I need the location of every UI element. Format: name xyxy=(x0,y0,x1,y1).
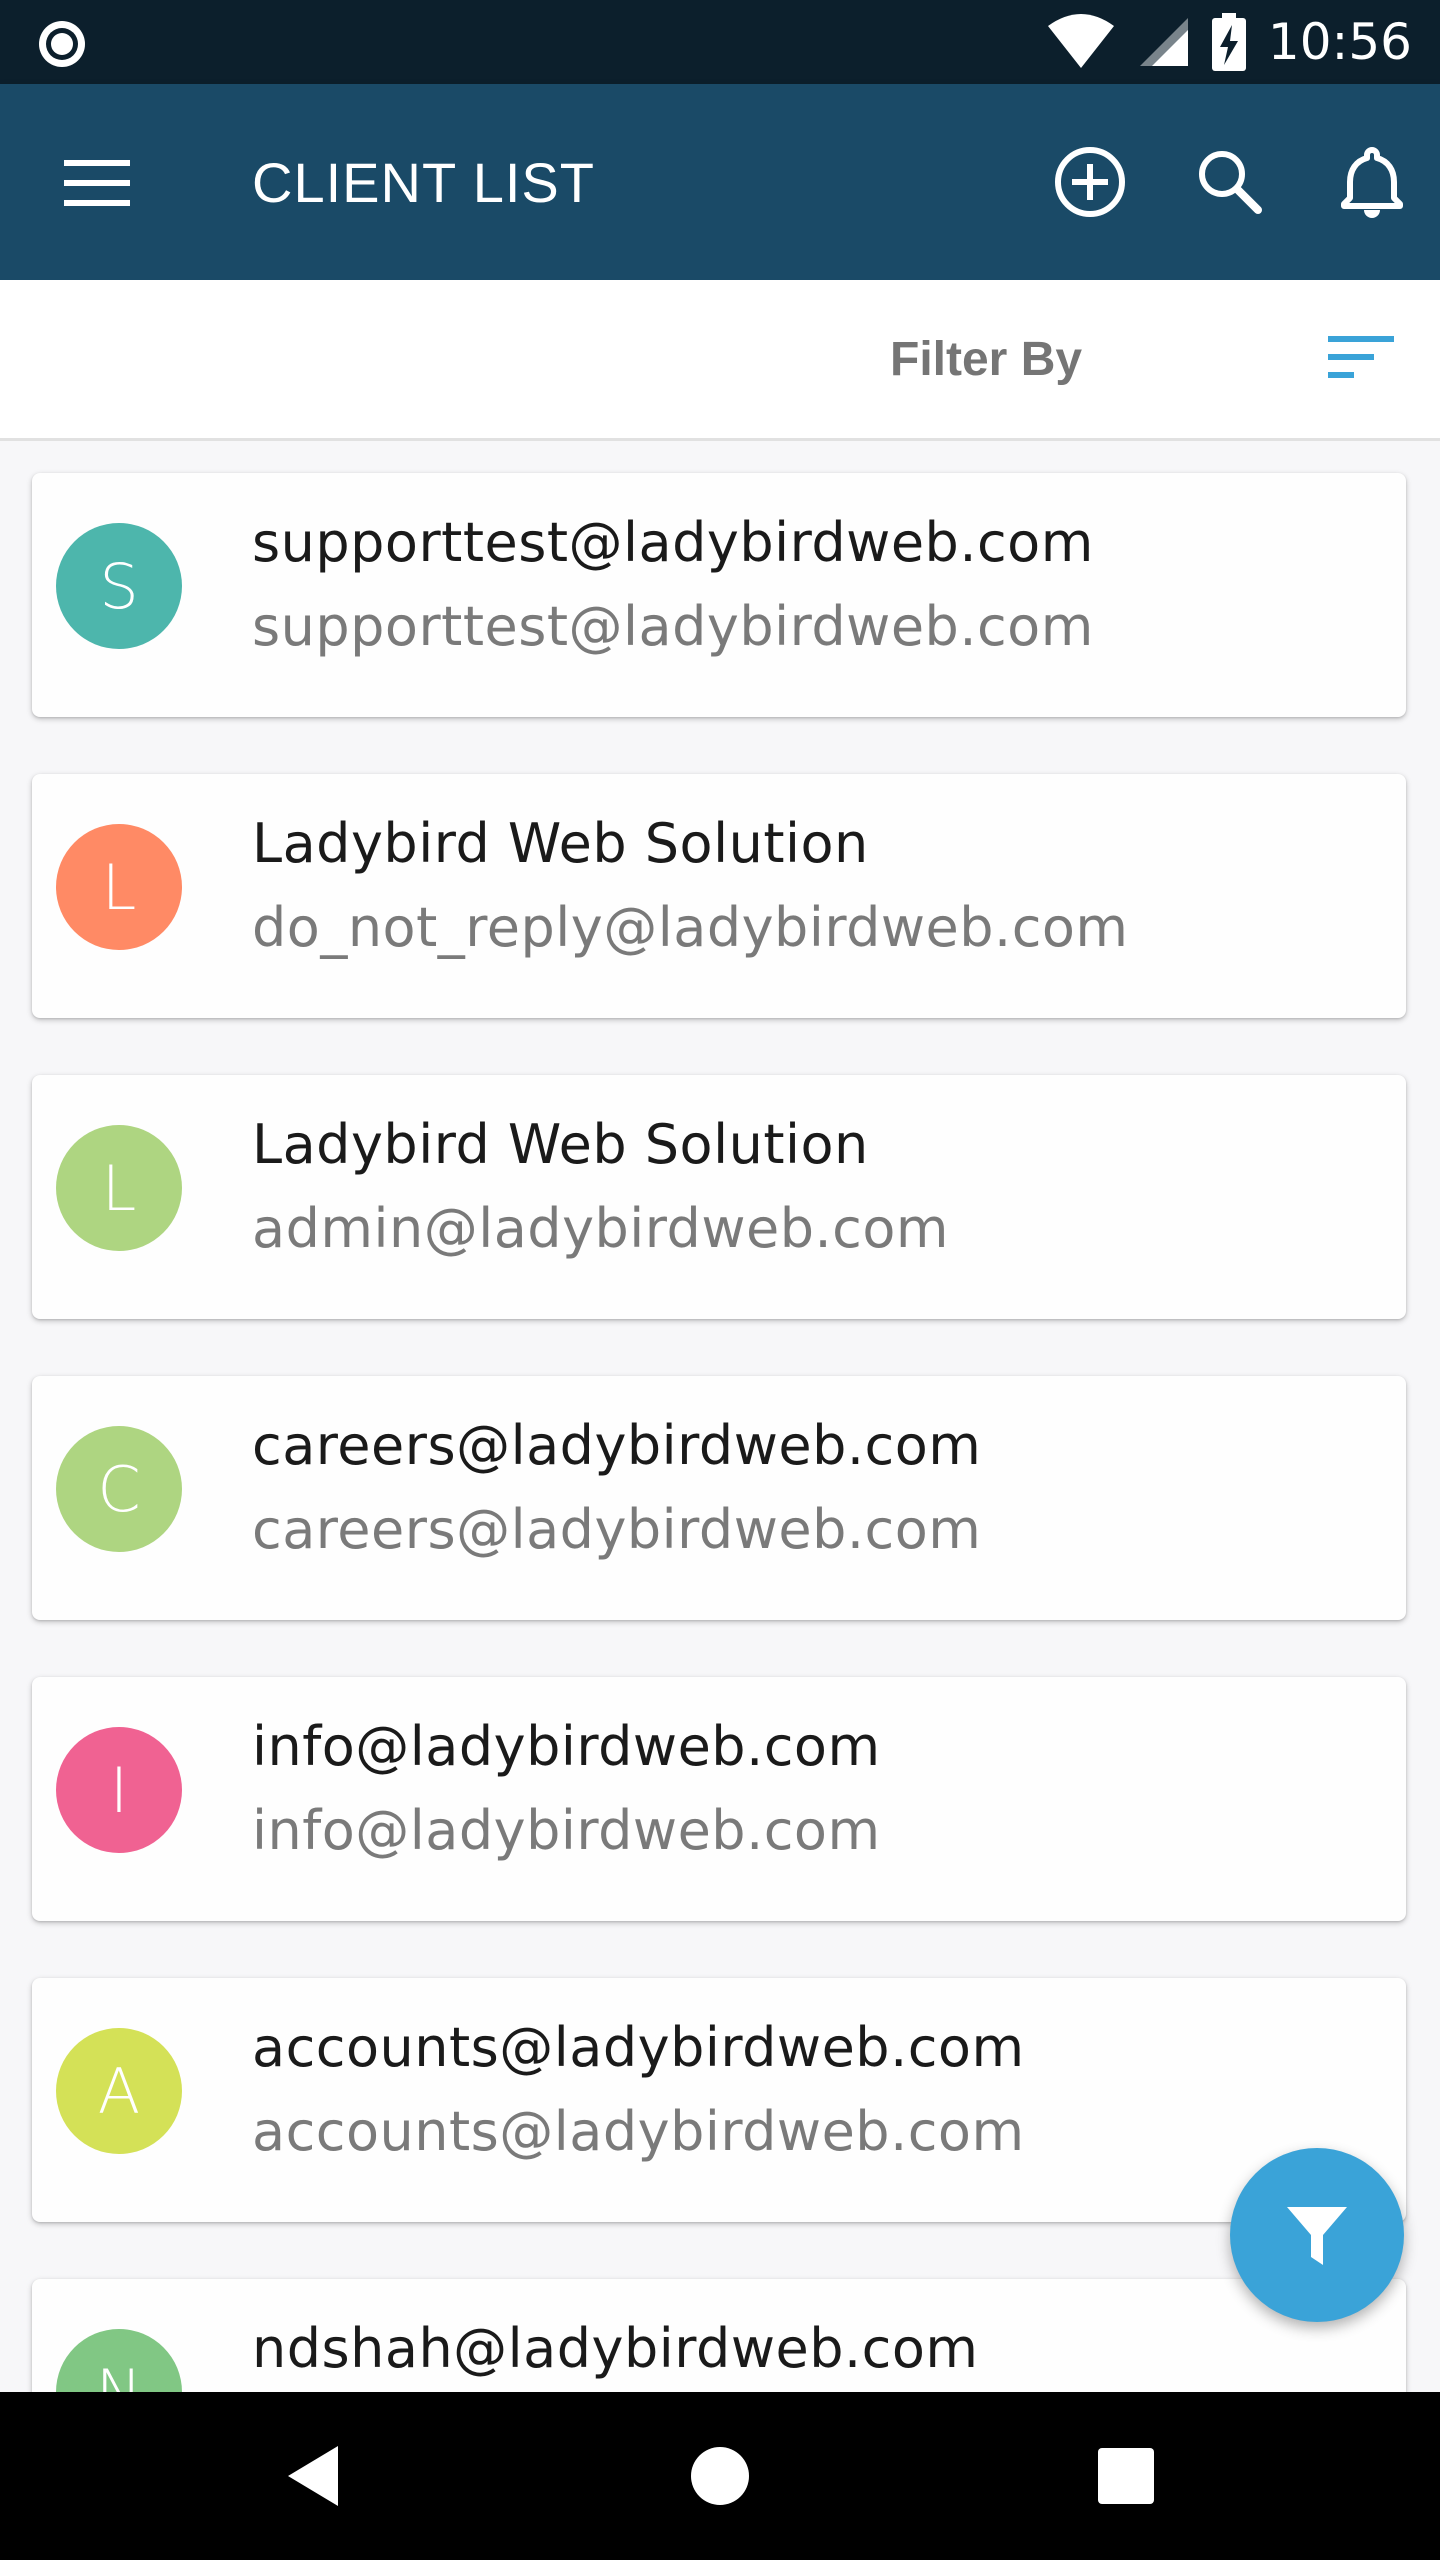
client-card[interactable]: L Ladybird Web Solution do_not_reply@lad… xyxy=(32,774,1406,1018)
sort-icon[interactable] xyxy=(1328,332,1394,382)
client-card[interactable]: A accounts@ladybirdweb.com accounts@lady… xyxy=(32,1978,1406,2222)
search-icon[interactable] xyxy=(1190,142,1270,222)
record-icon xyxy=(39,21,85,67)
avatar: C xyxy=(56,1426,182,1552)
client-email: accounts@ladybirdweb.com xyxy=(252,2100,1025,2163)
back-icon[interactable] xyxy=(276,2436,356,2516)
filter-fab-button[interactable] xyxy=(1230,2148,1404,2322)
filter-funnel-icon xyxy=(1287,2207,1347,2265)
client-name: accounts@ladybirdweb.com xyxy=(252,2016,1025,2079)
menu-icon[interactable] xyxy=(62,156,132,210)
client-email: info@ladybirdweb.com xyxy=(252,1799,881,1862)
wifi-icon xyxy=(1047,14,1114,68)
signal-icon xyxy=(1139,18,1188,66)
status-bar: 10:56 xyxy=(0,0,1440,84)
avatar: I xyxy=(56,1727,182,1853)
status-time: 10:56 xyxy=(1267,13,1412,71)
client-email: supporttest@ladybirdweb.com xyxy=(252,595,1094,658)
client-name: ndshah@ladybirdweb.com xyxy=(252,2317,979,2380)
client-card[interactable]: I info@ladybirdweb.com info@ladybirdweb.… xyxy=(32,1677,1406,1921)
filter-label[interactable]: Filter By xyxy=(890,332,1082,387)
battery-charging-icon xyxy=(1211,13,1246,71)
client-email: do_not_reply@ladybirdweb.com xyxy=(252,896,1129,959)
bell-icon[interactable] xyxy=(1332,142,1412,222)
avatar: L xyxy=(56,1125,182,1251)
home-icon[interactable] xyxy=(680,2436,760,2516)
navigation-bar xyxy=(0,2392,1440,2560)
avatar: N xyxy=(56,2329,182,2392)
client-email: admin@ladybirdweb.com xyxy=(252,1197,949,1260)
client-name: supporttest@ladybirdweb.com xyxy=(252,511,1094,574)
client-card[interactable]: N ndshah@ladybirdweb.com xyxy=(32,2279,1406,2392)
client-card[interactable]: C careers@ladybirdweb.com careers@ladybi… xyxy=(32,1376,1406,1620)
client-email: careers@ladybirdweb.com xyxy=(252,1498,982,1561)
avatar: L xyxy=(56,824,182,950)
page-title: CLIENT LIST xyxy=(252,151,595,214)
client-name: Ladybird Web Solution xyxy=(252,812,869,875)
client-card[interactable]: L Ladybird Web Solution admin@ladybirdwe… xyxy=(32,1075,1406,1319)
add-circle-icon[interactable] xyxy=(1050,142,1130,222)
client-name: Ladybird Web Solution xyxy=(252,1113,869,1176)
client-card[interactable]: S supporttest@ladybirdweb.com supporttes… xyxy=(32,473,1406,717)
client-name: careers@ladybirdweb.com xyxy=(252,1414,982,1477)
recents-icon[interactable] xyxy=(1086,2436,1166,2516)
client-list[interactable]: S supporttest@ladybirdweb.com supporttes… xyxy=(0,441,1440,2392)
avatar: A xyxy=(56,2028,182,2154)
filter-bar[interactable]: Filter By xyxy=(0,280,1440,441)
avatar: S xyxy=(56,523,182,649)
app-bar: CLIENT LIST xyxy=(0,84,1440,280)
client-name: info@ladybirdweb.com xyxy=(252,1715,881,1778)
